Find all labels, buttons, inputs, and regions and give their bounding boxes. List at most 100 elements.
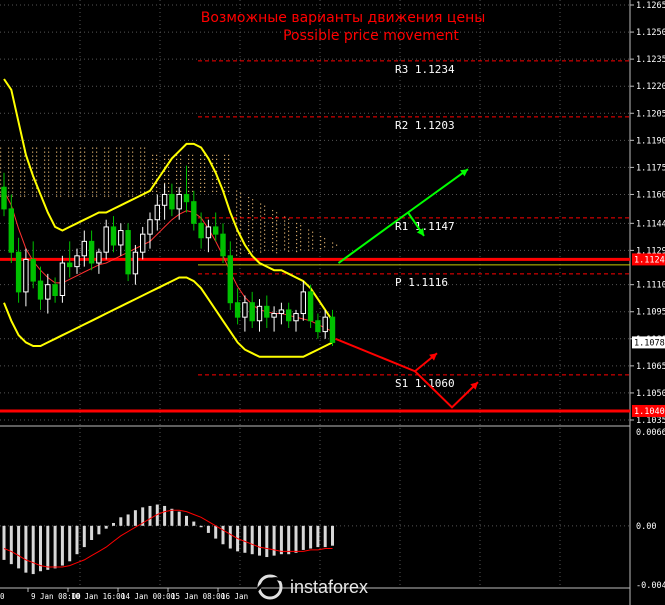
candle-body (249, 302, 255, 322)
chart-background (0, 0, 665, 605)
kumo-dot (44, 167, 46, 169)
kumo-dot (144, 163, 146, 165)
kumo-dot (192, 162, 194, 164)
kumo-dot (252, 243, 254, 245)
kumo-dot (96, 187, 98, 189)
kumo-dot (36, 147, 38, 149)
kumo-dot (116, 167, 118, 169)
kumo-dot (104, 191, 106, 193)
kumo-dot (24, 195, 26, 197)
kumo-dot (20, 183, 22, 185)
kumo-dot (296, 230, 298, 233)
kumo-dot (56, 195, 58, 197)
kumo-dot (56, 175, 58, 177)
kumo-dot (276, 224, 278, 226)
kumo-dot (272, 241, 274, 244)
kumo-dot (80, 151, 82, 153)
kumo-dot (260, 223, 262, 225)
kumo-dot (36, 167, 38, 169)
kumo-dot (116, 175, 118, 177)
candle-body (8, 208, 15, 253)
kumo-dot (248, 236, 250, 239)
kumo-dot (276, 240, 278, 242)
kumo-dot (36, 175, 38, 177)
kumo-dot (236, 202, 238, 204)
kumo-dot (272, 249, 274, 252)
macd-tick-label: 0.00 (636, 522, 656, 532)
kumo-dot (72, 187, 74, 189)
kumo-dot (168, 174, 170, 176)
kumo-dot (56, 183, 58, 185)
price-tick-label: 1.1160 (636, 190, 665, 200)
kumo-dot (140, 159, 142, 161)
kumo-dot (152, 178, 154, 180)
candle-body (125, 230, 131, 275)
kumo-dot (252, 227, 254, 229)
kumo-dot (24, 187, 26, 189)
kumo-dot (48, 183, 50, 185)
kumo-dot (84, 147, 86, 149)
kumo-dot (60, 155, 62, 157)
kumo-dot (176, 158, 178, 160)
kumo-dot (212, 178, 214, 180)
kumo-dot (276, 220, 278, 222)
kumo-dot (56, 191, 58, 193)
kumo-dot (128, 191, 130, 193)
price-tick-label: 1.1144 (636, 219, 665, 229)
candle-body (264, 305, 270, 318)
kumo-dot (204, 178, 206, 180)
kumo-dot (120, 155, 122, 157)
kumo-dot (80, 167, 82, 169)
kumo-dot (0, 147, 2, 149)
kumo-dot (84, 159, 86, 161)
kumo-dot (80, 195, 82, 197)
price-tick-label: 1.1235 (636, 55, 665, 65)
kumo-dot (132, 147, 134, 149)
candle-body (286, 309, 292, 322)
kumo-dot (92, 187, 94, 189)
candle-body (300, 291, 307, 315)
kumo-dot (188, 158, 190, 160)
kumo-dot (224, 158, 226, 160)
kumo-dot (92, 147, 94, 149)
kumo-dot (228, 162, 230, 164)
kumo-dot (308, 245, 310, 247)
kumo-dot (296, 242, 298, 245)
kumo-dot (72, 175, 74, 177)
kumo-dot (252, 203, 254, 205)
kumo-dot (252, 247, 254, 249)
kumo-dot (260, 211, 262, 213)
kumo-dot (216, 162, 218, 164)
kumo-dot (276, 236, 278, 238)
kumo-dot (32, 195, 34, 197)
kumo-dot (264, 225, 266, 227)
kumo-dot (120, 167, 122, 169)
kumo-dot (44, 195, 46, 197)
kumo-dot (228, 178, 230, 180)
kumo-dot (248, 200, 250, 203)
kumo-dot (248, 252, 250, 255)
kumo-dot (152, 158, 154, 160)
kumo-dot (288, 226, 290, 228)
kumo-dot (0, 155, 2, 157)
kumo-dot (180, 170, 182, 172)
kumo-dot (36, 151, 38, 153)
kumo-dot (104, 171, 106, 173)
kumo-dot (96, 147, 98, 149)
kumo-dot (240, 252, 242, 254)
kumo-dot (308, 237, 310, 239)
kumo-dot (120, 151, 122, 153)
kumo-dot (24, 163, 26, 165)
kumo-dot (288, 234, 290, 236)
kumo-dot (152, 182, 154, 184)
candle-body (103, 226, 109, 253)
kumo-dot (8, 151, 10, 153)
kumo-dot (248, 220, 250, 223)
kumo-dot (204, 190, 206, 192)
kumo-dot (96, 175, 98, 177)
kumo-dot (260, 235, 262, 237)
kumo-dot (12, 159, 14, 161)
kumo-dot (92, 195, 94, 197)
price-box-label-marked_price_lower: 1.1040 (634, 407, 665, 417)
kumo-dot (56, 179, 58, 181)
